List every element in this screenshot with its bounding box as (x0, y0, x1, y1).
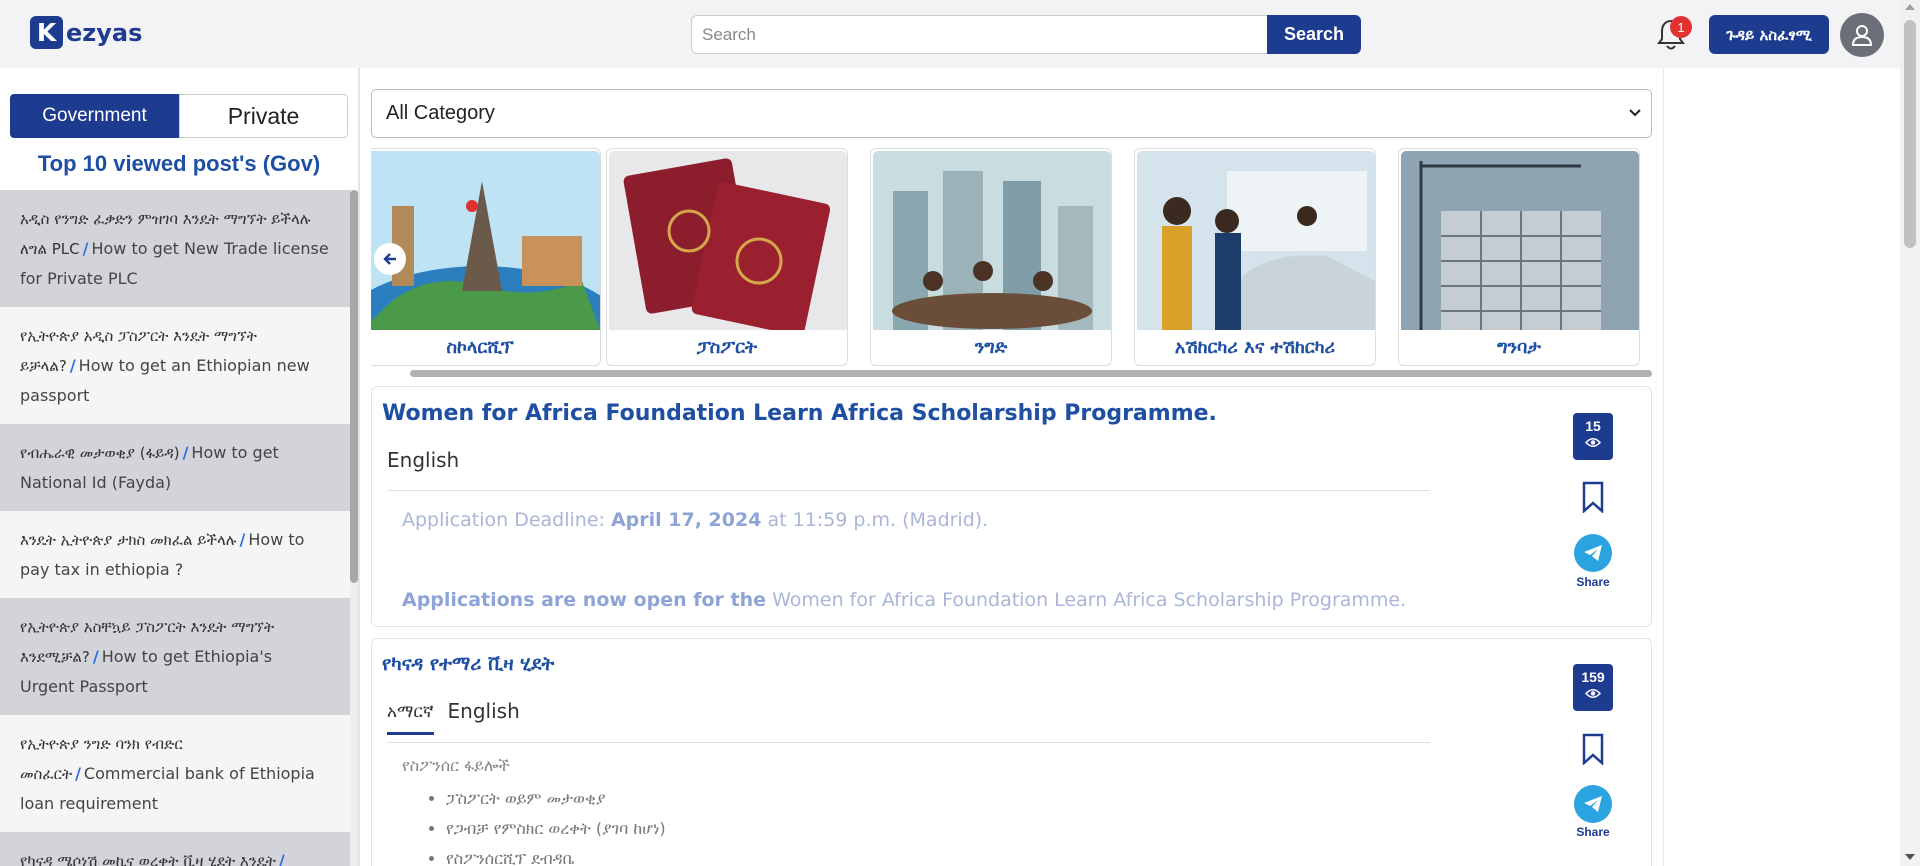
separator: / (75, 764, 81, 783)
carousel-prev-button[interactable] (374, 243, 406, 275)
list-item[interactable]: የብሔራዊ መታወቂያ (ፋይዳ) / How to get National Id… (0, 424, 350, 511)
list-item: ፓስፖርት ወይም መታወቂያ (446, 784, 666, 814)
driver-image (1137, 151, 1375, 330)
post-card: Women for Africa Foundation Learn Africa… (371, 386, 1652, 627)
tab-amharic[interactable]: አማርኛ (387, 699, 434, 735)
content-divider (1663, 68, 1664, 866)
category-select[interactable]: All Category (371, 89, 1652, 138)
language-tabs: English (387, 448, 473, 482)
government-toggle[interactable]: Government (10, 94, 179, 138)
view-number: 15 (1585, 418, 1601, 434)
page-scrollbar-thumb[interactable] (1904, 20, 1916, 248)
view-count: 159 (1573, 664, 1613, 711)
post-title[interactable]: የካናዳ የተማሪ ቪዛ ሂደት (382, 653, 554, 675)
divider (387, 490, 1430, 491)
category-label: ስኮላርሺፕ (446, 337, 514, 358)
post-title-am: የብሔራዊ መታወቂያ (ፋይዳ) (20, 444, 180, 462)
passport-image (609, 151, 847, 330)
deadline-label: Application Deadline: (402, 509, 605, 531)
deadline-date: April 17, 2024 (610, 509, 762, 531)
post-excerpt: Applications are now open for the Women … (402, 589, 1406, 611)
post-card: የካናዳ የተማሪ ቪዛ ሂደት አማርኛ English የስፖንሰር ፋይሎ… (371, 638, 1652, 866)
separator: / (92, 647, 99, 666)
category-card-driver[interactable]: አሽከርካሪ እና ተሽከርካሪ (1134, 148, 1376, 366)
category-label: ንግድ (974, 337, 1008, 358)
sector-toggle: Government Private (10, 94, 348, 138)
view-number: 159 (1581, 669, 1605, 685)
list-item: የስፖንሰርሺፕ ደብዳቤ (446, 844, 666, 866)
arrow-left-icon (383, 253, 396, 265)
carousel-scrollbar[interactable] (410, 370, 1652, 377)
category-card-construction[interactable]: ግንባታ (1398, 148, 1640, 366)
excerpt-label: Applications are now open for the (402, 589, 767, 611)
notification-badge: 1 (1670, 16, 1692, 38)
tab-english[interactable]: English (387, 448, 459, 482)
list-item[interactable]: አዲስ የንግድ ፈቃድን ምዝገባ እንዴት ማግኘት ይችላሉ ለግል PL… (0, 190, 350, 307)
post-title-am: የካናዳ ሜሶነሽ መኪና ወረቀት ቪዛ ሂደት እንዴት (20, 852, 276, 866)
scroll-down-arrow[interactable] (1905, 854, 1915, 860)
top-posts-list: አዲስ የንግድ ፈቃድን ምዝገባ እንዴት ማግኘት ይችላሉ ለግል PL… (0, 190, 350, 866)
telegram-plane-icon (1584, 796, 1602, 812)
divider (387, 742, 1430, 743)
search-bar: Search (691, 15, 1361, 54)
category-card-passport[interactable]: ፓስፖርት (606, 148, 848, 366)
separator: / (69, 356, 76, 375)
eye-icon (1585, 438, 1601, 447)
view-count: 15 (1573, 413, 1613, 460)
bookmark-icon[interactable] (1581, 481, 1605, 513)
search-button[interactable]: Search (1267, 15, 1361, 54)
category-label: ፓስፖርት (696, 337, 758, 358)
scroll-up-arrow[interactable] (1905, 4, 1915, 10)
sidebar-scrollbar-thumb[interactable] (350, 190, 358, 583)
separator: / (239, 530, 246, 549)
eye-icon (1585, 689, 1601, 698)
telegram-plane-icon (1584, 545, 1602, 561)
category-label: ግንባታ (1497, 337, 1541, 358)
avatar[interactable] (1840, 13, 1884, 57)
logo[interactable]: K ezyas (30, 16, 142, 49)
user-role-button[interactable]: ጉዳይ አስፈፃሚ (1709, 15, 1829, 54)
separator: / (182, 443, 189, 462)
user-icon (1851, 25, 1873, 46)
deadline-time: at 11:59 p.m. (Madrid). (767, 509, 989, 531)
requirements-list: ፓስፖርት ወይም መታወቂያ የጋብቻ የምስክር ወረቀት (ያገባ ከሆነ… (402, 784, 666, 866)
list-item: የጋብቻ የምስክር ወረቀት (ያገባ ከሆነ) (446, 814, 666, 844)
bookmark-icon[interactable] (1581, 733, 1605, 765)
language-tabs: አማርኛ English (387, 699, 534, 735)
list-item[interactable]: እንዴት ኢትዮጵያ ታክስ መክፈል ይችላሉ / How to pay tax … (0, 511, 350, 598)
share-label[interactable]: Share (1573, 825, 1613, 839)
top-header: K ezyas Search (0, 0, 1900, 68)
separator: / (278, 851, 285, 866)
sidebar-divider (358, 68, 360, 866)
excerpt-text: Women for Africa Foundation Learn Africa… (772, 589, 1407, 611)
section-heading: የስፖንሰር ፋይሎች (402, 756, 510, 775)
construction-image (1401, 151, 1639, 330)
telegram-icon[interactable] (1574, 785, 1612, 823)
post-title[interactable]: Women for Africa Foundation Learn Africa… (382, 401, 1217, 426)
list-item[interactable]: የኢትዮጵያ አስቸኳይ ፓስፖርት እንዴት ማግኘት እንደሚቻል? / How… (0, 598, 350, 715)
list-item[interactable]: የኢትዮጵያ አዲስ ፓስፖርት እንዴት ማግኘት ይቻላል? / How to … (0, 307, 350, 424)
top-posts-title: Top 10 viewed post's (Gov) (37, 151, 321, 176)
share-label[interactable]: Share (1573, 575, 1613, 589)
list-item[interactable]: የካናዳ ሜሶነሽ መኪና ወረቀት ቪዛ ሂደት እንዴት / (0, 832, 350, 866)
chevron-down-icon (1629, 109, 1641, 117)
tab-english[interactable]: English (448, 699, 520, 735)
scholarship-image (371, 151, 600, 330)
logo-mark: K (30, 16, 63, 49)
telegram-icon[interactable] (1574, 534, 1612, 572)
private-toggle[interactable]: Private (179, 94, 348, 138)
business-image (873, 151, 1111, 330)
search-input[interactable] (691, 15, 1267, 54)
separator: / (82, 239, 89, 258)
category-label: አሽከርካሪ እና ተሽከርካሪ (1174, 337, 1336, 358)
post-title-am: እንዴት ኢትዮጵያ ታክስ መክፈል ይችላሉ (20, 531, 237, 549)
post-deadline: Application Deadline: April 17, 2024 at … (402, 509, 988, 531)
logo-text: ezyas (66, 18, 143, 47)
category-carousel: ስኮላርሺፕ ፓስፖርት ንግድ አሽከርካሪ እና ተሽከርካሪ ግንባታ (371, 148, 1652, 366)
category-card-business[interactable]: ንግድ (870, 148, 1112, 366)
list-item[interactable]: የኢትዮጵያ ንግድ ባንክ የብድር መስፈርት / Commercial ban… (0, 715, 350, 832)
